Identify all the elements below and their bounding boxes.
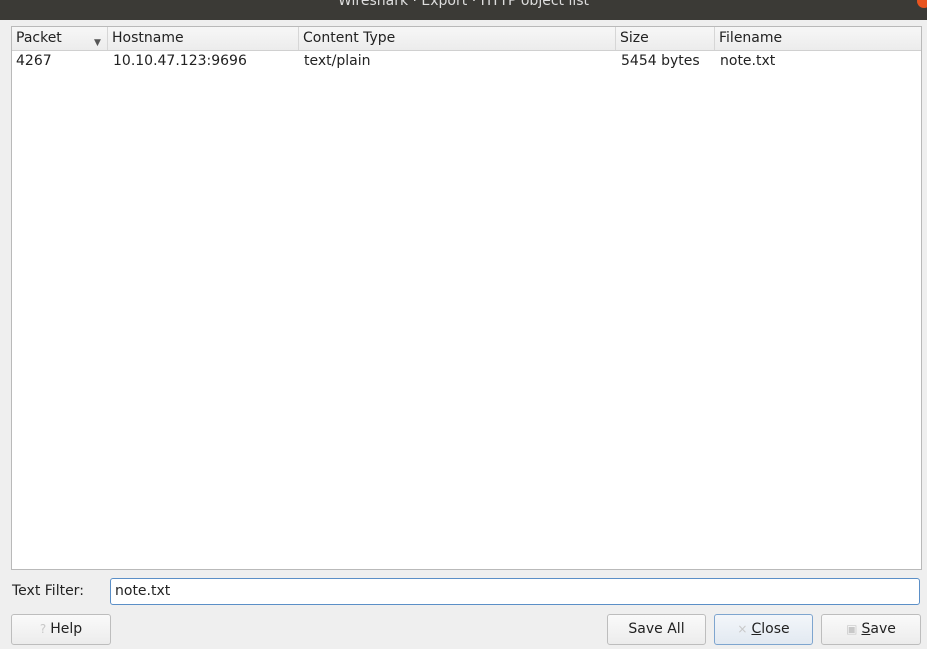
- help-icon: ?: [39, 622, 47, 636]
- close-window-icon[interactable]: [917, 0, 927, 8]
- close-button[interactable]: × Close: [714, 614, 813, 645]
- column-header-hostname[interactable]: Hostname: [108, 27, 299, 50]
- close-label: lose: [761, 621, 790, 637]
- object-list-table[interactable]: Packet ▼ Hostname Content Type Size Filen…: [11, 26, 922, 570]
- column-header-size[interactable]: Size: [616, 27, 715, 50]
- save-icon: ▣: [846, 622, 858, 636]
- save-button[interactable]: ▣ Save: [821, 614, 921, 645]
- column-header-content-type[interactable]: Content Type: [299, 27, 616, 50]
- cell-packet: 4267: [16, 53, 52, 69]
- text-filter-label: Text Filter:: [12, 583, 84, 599]
- cell-content-type: text/plain: [304, 53, 371, 69]
- window-title: Wireshark · Export · HTTP object list: [337, 0, 590, 9]
- column-label: Packet: [16, 30, 62, 46]
- text-filter-input[interactable]: note.txt: [110, 578, 920, 605]
- save-label: ave: [870, 621, 896, 637]
- cell-filename: note.txt: [720, 53, 776, 69]
- help-button[interactable]: ? Help: [11, 614, 111, 645]
- table-row[interactable]: 4267 10.10.47.123:9696 text/plain 5454 b…: [12, 51, 921, 72]
- table-header: Packet ▼ Hostname Content Type Size Filen…: [12, 27, 921, 51]
- column-header-filename[interactable]: Filename: [715, 27, 921, 50]
- column-header-packet[interactable]: Packet ▼: [12, 27, 108, 50]
- cell-hostname: 10.10.47.123:9696: [113, 53, 247, 69]
- title-bar: Wireshark · Export · HTTP object list: [0, 0, 927, 20]
- close-icon: ×: [737, 622, 748, 636]
- close-mnemonic: C: [751, 621, 762, 637]
- save-all-button[interactable]: Save All: [607, 614, 706, 645]
- help-label: Help: [50, 621, 83, 637]
- cell-size: 5454 bytes: [621, 53, 700, 69]
